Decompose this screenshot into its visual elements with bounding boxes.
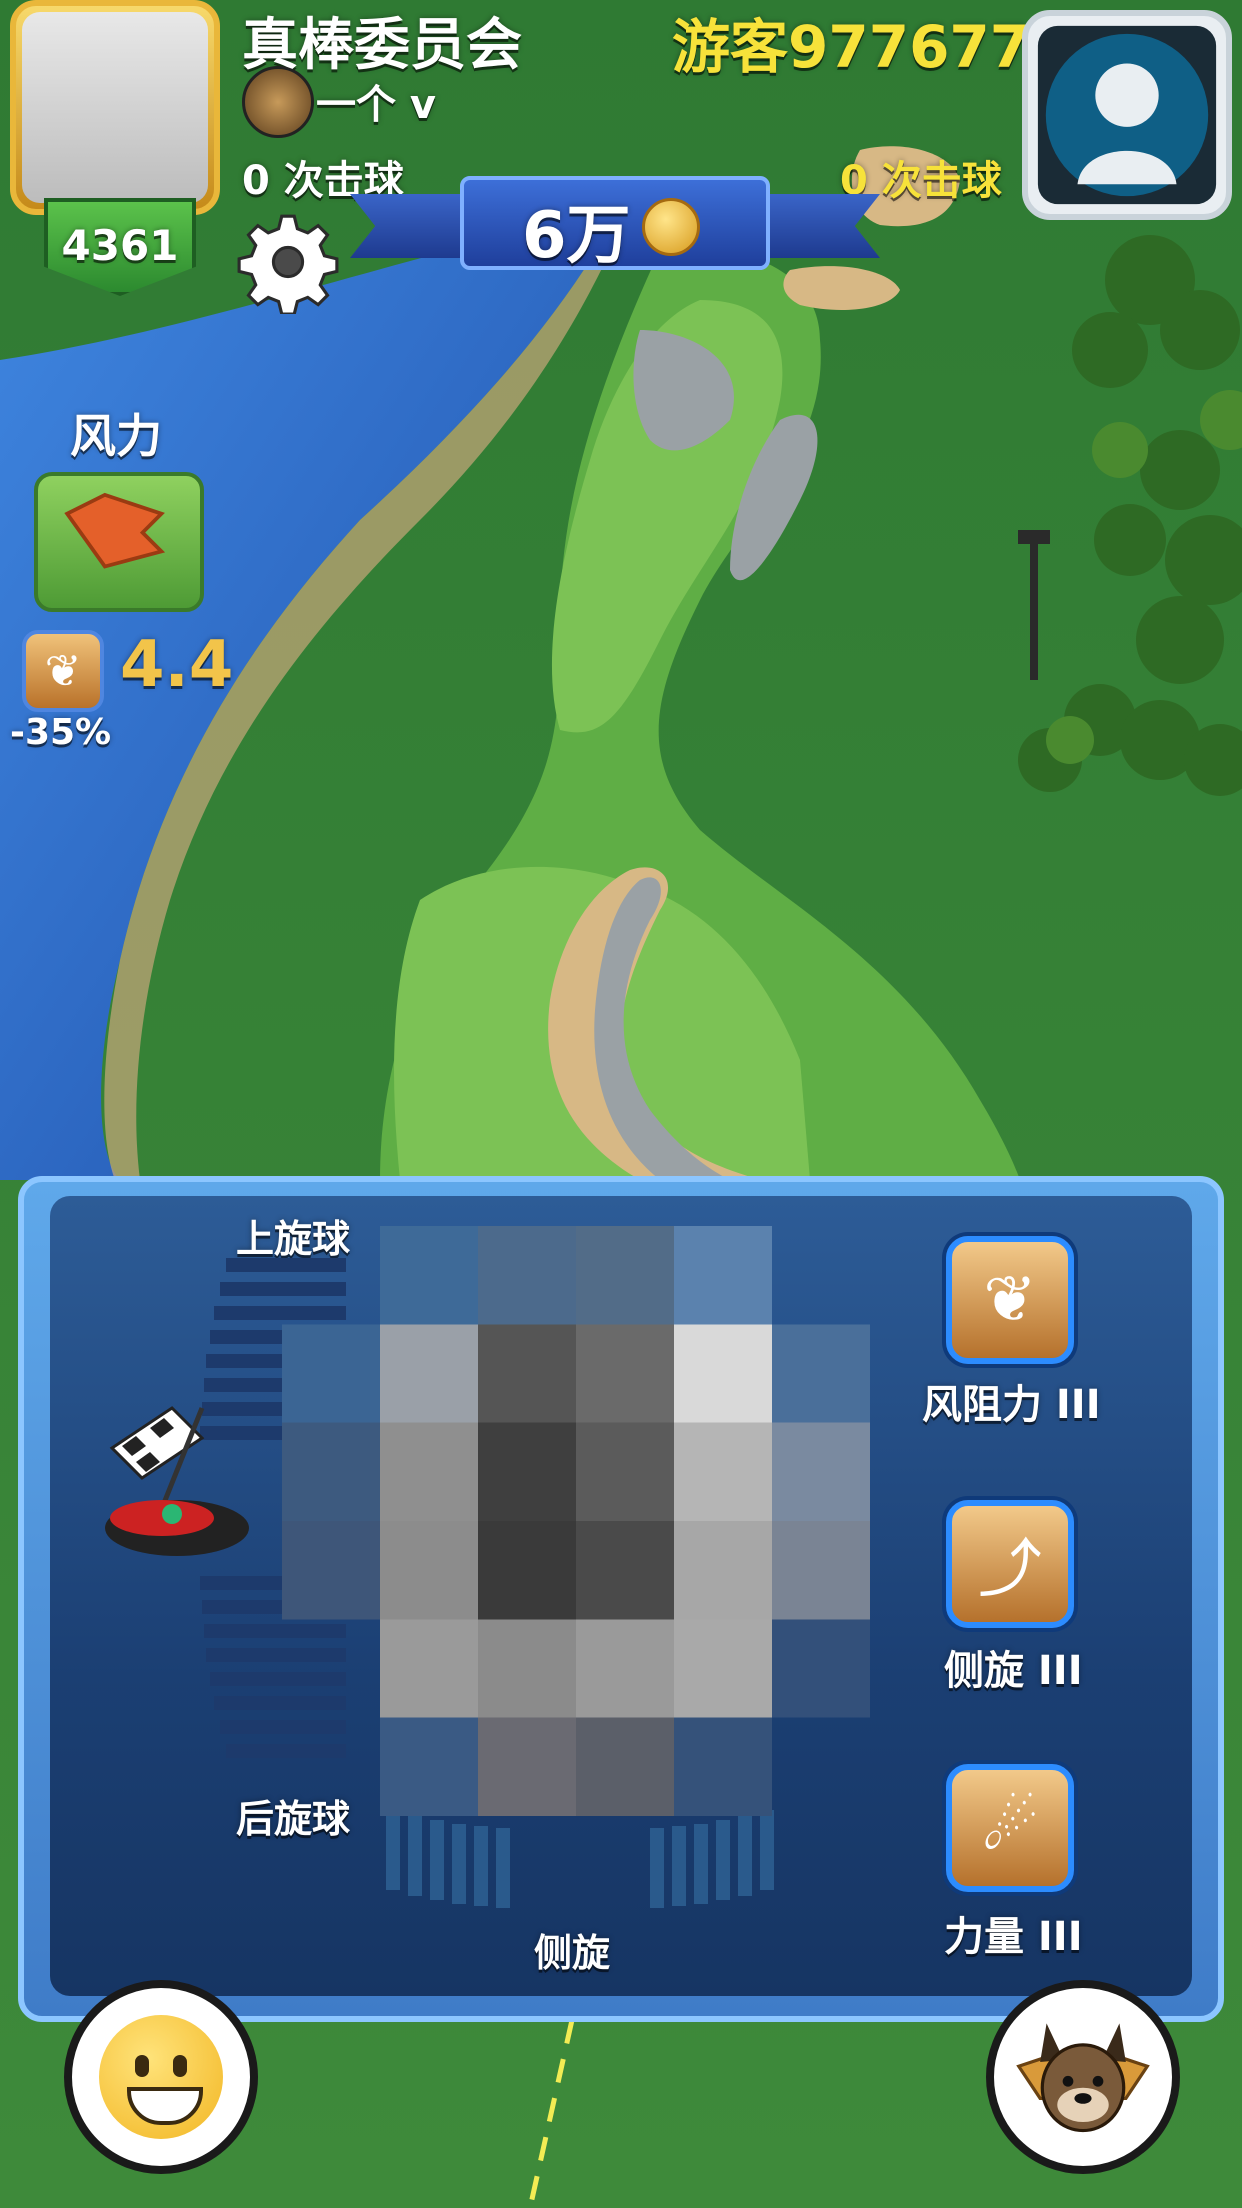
bulldog-icon bbox=[1016, 2023, 1150, 2133]
sidespin-button[interactable]: ⤴ bbox=[946, 1500, 1074, 1628]
wind-resist-button[interactable]: ❦ bbox=[946, 1236, 1074, 1364]
wind-resist-small-icon: ❦ bbox=[22, 630, 104, 712]
golf-club-icon bbox=[105, 1406, 249, 1556]
player-photo bbox=[22, 12, 208, 203]
emoji-chat-button[interactable] bbox=[64, 1980, 258, 2174]
wind-speed: 4.4 bbox=[120, 628, 234, 702]
sidespin-gauge bbox=[386, 1810, 774, 1908]
sidespin-label: 侧旋 bbox=[534, 1931, 611, 1975]
power-label: 力量 III bbox=[944, 1914, 1083, 1960]
trophy-count: 4361 bbox=[61, 221, 179, 270]
sidespin-ability-label: 侧旋 III bbox=[944, 1648, 1083, 1694]
player-title-icon bbox=[242, 66, 314, 138]
power-button[interactable]: ☄ bbox=[946, 1764, 1074, 1892]
pot-value: 6万 bbox=[522, 199, 631, 273]
coin-icon bbox=[642, 198, 700, 256]
default-avatar-icon bbox=[1037, 25, 1217, 205]
dog-chat-button[interactable] bbox=[986, 1980, 1180, 2174]
wind-reduction: -35% bbox=[10, 712, 112, 753]
opponent-name: 游客9776770 bbox=[672, 13, 1071, 81]
smiley-icon bbox=[99, 2015, 223, 2139]
pot-banner: 6万 bbox=[350, 176, 880, 273]
curve-arrow-icon: ⤴ bbox=[978, 1533, 1042, 1607]
wind-resist-label: 风阻力 III bbox=[922, 1382, 1101, 1428]
player-title: 一个 v bbox=[316, 82, 436, 128]
wind-arrow-icon bbox=[64, 492, 166, 569]
wind-indicator bbox=[34, 472, 204, 612]
comet-icon: ☄ bbox=[981, 1791, 1039, 1865]
wing-icon: ❦ bbox=[983, 1263, 1037, 1337]
opponent-avatar[interactable] bbox=[1022, 10, 1232, 220]
wind-label: 风力 bbox=[70, 409, 162, 463]
player-avatar[interactable] bbox=[10, 0, 220, 215]
gear-icon bbox=[237, 214, 339, 316]
spin-ball-selector[interactable] bbox=[282, 1226, 870, 1816]
settings-button[interactable] bbox=[236, 210, 340, 316]
